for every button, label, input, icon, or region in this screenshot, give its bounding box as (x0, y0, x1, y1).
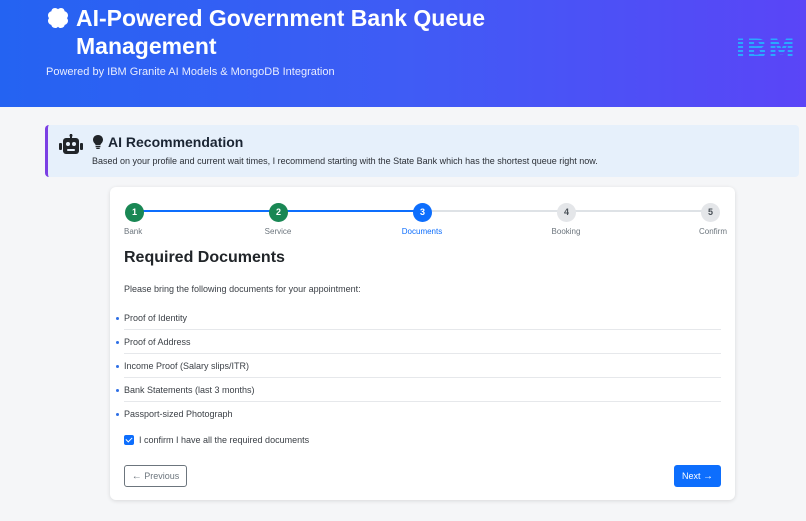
list-item: Proof of Address (116, 330, 721, 354)
previous-button[interactable]: ← Previous (124, 465, 187, 487)
step-2-label: Service (264, 227, 292, 236)
ai-recommendation-text: Based on your profile and current wait t… (92, 156, 598, 166)
brain-icon (48, 8, 68, 28)
step-3-indicator: 3 (413, 203, 432, 222)
step-3-label: Documents (401, 227, 443, 236)
list-item: Income Proof (Salary slips/ITR) (116, 354, 721, 378)
stepper-track-segment (566, 210, 710, 212)
bullet-icon (116, 389, 119, 392)
document-name: Proof of Address (124, 337, 191, 347)
step-1-indicator: 1 (125, 203, 144, 222)
step-2-indicator: 2 (269, 203, 288, 222)
step-1-label: Bank (124, 227, 143, 236)
step-4-label: Booking (551, 227, 581, 236)
document-name: Proof of Identity (124, 313, 188, 323)
confirm-documents-label: I confirm I have all the required docume… (139, 435, 310, 445)
document-list: Proof of Identity Proof of Address Income … (110, 306, 735, 426)
stepper-track-segment (422, 210, 566, 212)
bullet-icon (116, 341, 119, 344)
arrow-right-icon: → (703, 470, 714, 482)
arrow-left-icon: ← (131, 470, 142, 482)
document-name: Income Proof (Salary slips/ITR) (124, 361, 250, 371)
bullet-icon (116, 413, 119, 416)
next-button-label: Next (681, 471, 701, 481)
ibm-logo: IBM (735, 34, 796, 65)
stepper-track-segment (278, 210, 422, 212)
document-name: Bank Statements (last 3 months) (124, 385, 255, 395)
list-item: Proof of Identity (116, 306, 721, 330)
previous-button-label: Previous (144, 471, 180, 481)
step-4-indicator: 4 (557, 203, 576, 222)
page-header: AI-Powered Government Bank Queue Managem… (0, 0, 806, 107)
bullet-icon (116, 365, 119, 368)
step-5-label: Confirm (698, 227, 727, 236)
checkbox-checked-icon[interactable] (124, 435, 134, 445)
booking-card: 1 Bank 2 Service 3 Documents 4 Booking 5 Confirm … (110, 187, 735, 500)
ai-recommendation-heading: AI Recommendation (108, 134, 244, 150)
page-title: AI-Powered Government Bank Queue Managem… (76, 5, 485, 59)
list-item: Passport-sized Photograph (116, 402, 721, 426)
lightbulb-icon (93, 135, 103, 149)
page-subtitle: Powered by IBM Granite AI Models & Mongo… (46, 66, 335, 78)
section-heading: Required Documents (124, 249, 285, 266)
robot-icon (59, 134, 83, 154)
progress-stepper: 1 Bank 2 Service 3 Documents 4 Booking 5 Confirm (110, 203, 735, 243)
stepper-track-segment (134, 210, 278, 212)
section-intro: Please bring the following documents for… (124, 284, 361, 294)
ai-recommendation-alert: AI Recommendation Based on your profile … (45, 125, 799, 177)
next-button[interactable]: Next → (674, 465, 721, 487)
ai-recommendation-title: AI Recommendation (92, 134, 243, 150)
bullet-icon (116, 317, 119, 320)
page-title-row: AI-Powered Government Bank Queue Managem… (46, 4, 606, 60)
confirm-documents-checkbox[interactable]: I confirm I have all the required docume… (124, 435, 309, 445)
document-name: Passport-sized Photograph (124, 409, 233, 419)
list-item: Bank Statements (last 3 months) (116, 378, 721, 402)
step-5-indicator: 5 (701, 203, 720, 222)
